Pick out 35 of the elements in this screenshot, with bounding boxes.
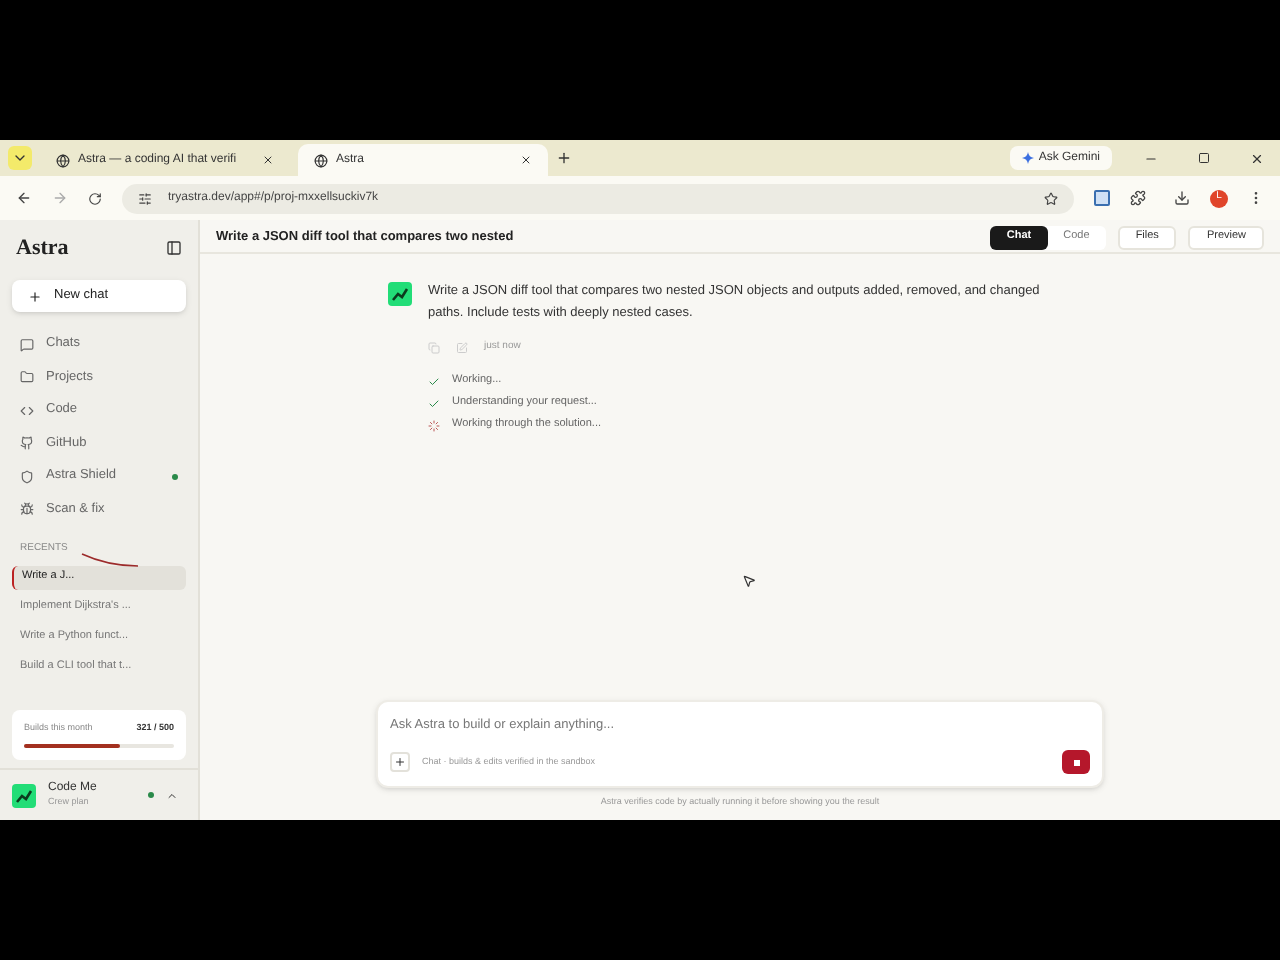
tab-search-button[interactable] <box>8 146 32 170</box>
stop-icon <box>1073 759 1079 765</box>
shield-icon <box>20 469 34 484</box>
close-window-icon[interactable] <box>1250 151 1264 165</box>
pen-stroke <box>80 552 140 570</box>
github-icon <box>20 436 34 451</box>
plus-icon <box>28 289 42 303</box>
globe-icon <box>314 153 328 167</box>
download-icon[interactable] <box>1174 190 1190 206</box>
restore-icon[interactable] <box>1198 152 1210 164</box>
trend-icon <box>12 783 36 807</box>
code-icon <box>20 403 34 418</box>
reload-icon[interactable] <box>88 191 102 205</box>
back-icon[interactable] <box>16 190 32 206</box>
site-settings-icon <box>138 191 152 205</box>
chevron-icon <box>12 150 28 166</box>
close-icon[interactable] <box>520 154 532 166</box>
globe-icon <box>56 153 70 167</box>
logo: Astra <box>16 233 69 264</box>
puzzle-icon[interactable] <box>1130 190 1146 206</box>
folder-icon <box>20 370 34 385</box>
chat-icon <box>20 337 34 352</box>
extension-icon[interactable] <box>1094 190 1110 206</box>
trend-icon <box>388 282 412 306</box>
bug-icon <box>20 502 34 517</box>
chevron-up-icon[interactable] <box>166 789 178 801</box>
plus-icon <box>394 756 406 768</box>
close-icon[interactable] <box>262 154 274 166</box>
star-icon[interactable] <box>1044 191 1058 205</box>
attach-button[interactable] <box>390 752 410 772</box>
new-tab-icon[interactable] <box>556 150 572 166</box>
cursor-icon <box>742 574 756 588</box>
sparkle-icon <box>1022 152 1035 164</box>
sidebar-toggle-icon[interactable] <box>166 240 182 256</box>
stop-button[interactable] <box>1062 750 1090 774</box>
